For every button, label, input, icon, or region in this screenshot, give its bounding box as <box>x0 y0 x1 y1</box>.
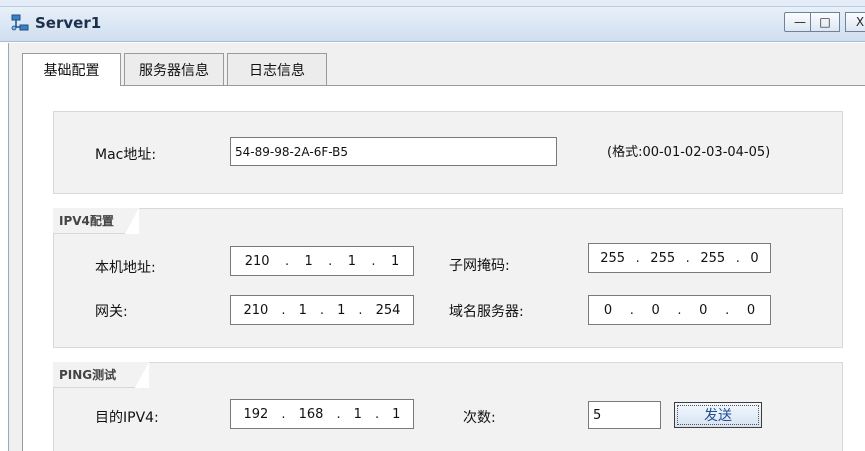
close-icon: X <box>855 15 865 29</box>
ip-octet: 0 <box>603 302 613 318</box>
subnet-mask-input[interactable]: 255. 255. 255. 0 <box>588 243 771 273</box>
ipv4-section-title: IPV4配置 <box>53 208 139 234</box>
ping-target-label: 目的IPV4: <box>95 410 159 426</box>
ip-octet: 210 <box>243 302 269 318</box>
mac-address-input[interactable]: 54-89-98-2A-6F-B5 <box>230 137 557 166</box>
ip-octet: 0 <box>699 302 708 318</box>
ip-octet: 1 <box>304 253 313 269</box>
network-server-icon <box>11 14 29 31</box>
host-address-label: 本机地址: <box>95 260 156 276</box>
gateway-input[interactable]: 210. 1. 1. 254 <box>230 295 414 325</box>
window-top-edge <box>0 0 865 7</box>
ip-octet: 1 <box>298 302 307 318</box>
window-title: Server1 <box>35 14 102 32</box>
mac-format-hint: (格式:00-01-02-03-04-05) <box>607 145 771 160</box>
ip-octet: 210 <box>244 253 270 269</box>
ip-octet: 0 <box>750 250 759 266</box>
minimize-icon: — <box>794 15 806 29</box>
ip-octet: 254 <box>375 302 401 318</box>
ip-octet: 1 <box>337 302 346 318</box>
maximize-icon: □ <box>819 15 831 29</box>
ping-target-input[interactable]: 192. 168. 1. 1 <box>230 399 414 429</box>
tab-basic-config[interactable]: 基础配置 <box>22 53 121 86</box>
close-button[interactable]: X <box>845 12 865 32</box>
dns-server-label: 域名服务器: <box>449 304 524 320</box>
ip-octet: 1 <box>353 406 362 422</box>
ip-octet: 0 <box>746 302 756 318</box>
ip-octet: 255 <box>650 250 676 266</box>
subnet-mask-label: 子网掩码: <box>449 258 510 274</box>
host-address-input[interactable]: 210. 1. 1. 1 <box>230 246 414 276</box>
ip-octet: 1 <box>390 253 400 269</box>
dns-server-input[interactable]: 0. 0. 0. 0 <box>588 295 771 325</box>
ping-section-title: PING测试 <box>53 362 149 388</box>
tab-log-info[interactable]: 日志信息 <box>227 53 327 85</box>
ping-count-input[interactable]: 5 <box>588 401 661 429</box>
ip-octet: 255 <box>700 250 726 266</box>
ip-octet: 255 <box>600 250 626 266</box>
ping-count-label: 次数: <box>463 410 496 426</box>
tab-server-info[interactable]: 服务器信息 <box>124 53 224 85</box>
mac-label: Mac地址: <box>95 147 157 163</box>
ip-octet: 1 <box>347 253 356 269</box>
ip-octet: 1 <box>392 406 401 422</box>
ip-octet: 0 <box>651 302 660 318</box>
send-button[interactable]: 发送 <box>674 402 762 428</box>
ipv4-panel <box>53 208 843 348</box>
ip-octet: 192 <box>243 406 269 422</box>
ip-octet: 168 <box>298 406 324 422</box>
maximize-button[interactable]: □ <box>810 12 840 32</box>
gateway-label: 网关: <box>95 304 128 320</box>
